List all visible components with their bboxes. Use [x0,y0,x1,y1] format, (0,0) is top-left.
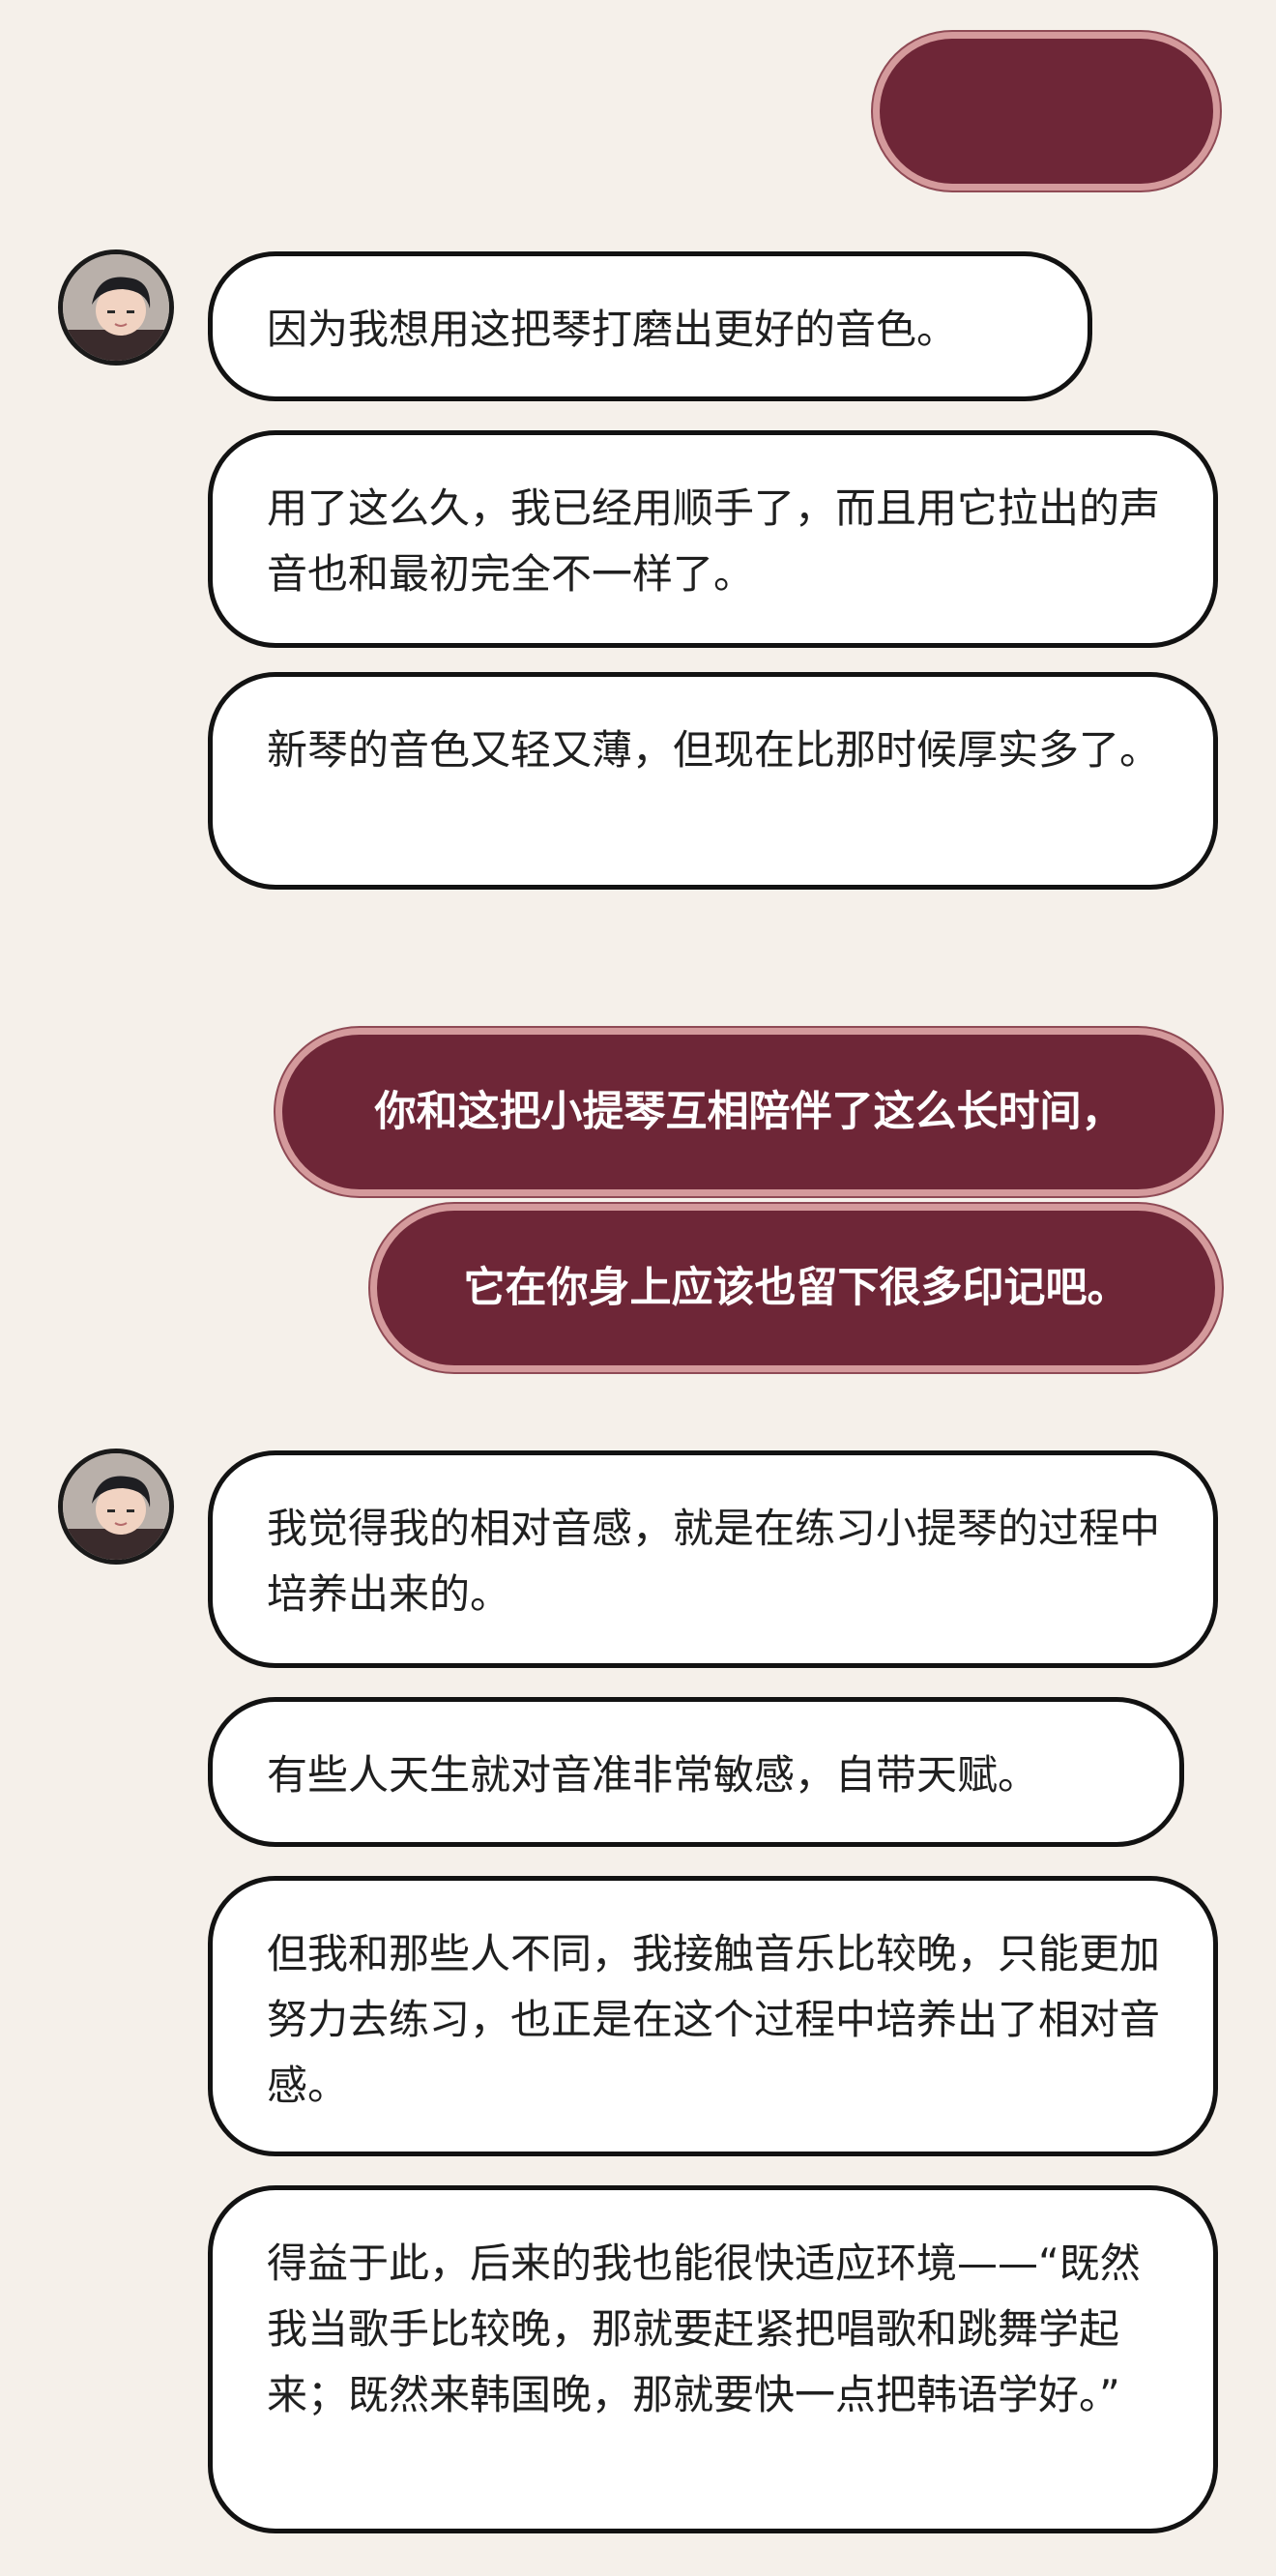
message-bubble-incoming: 但我和那些人不同，我接触音乐比较晚，只能更加努力去练习，也正是在这个过程中培养出… [208,1876,1218,2156]
message-bubble-incoming: 有些人天生就对音准非常敏感，自带天赋。 [208,1697,1184,1847]
message-bubble-outgoing: 你和这把小提琴互相陪伴了这么长时间， [282,1035,1215,1189]
message-bubble-outgoing-top [880,39,1213,184]
message-bubble-outgoing: 它在你身上应该也留下很多印记吧。 [377,1211,1215,1365]
message-text: 但我和那些人不同，我接触音乐比较晚，只能更加努力去练习，也正是在这个过程中培养出… [267,1930,1161,2109]
message-bubble-incoming: 因为我想用这把琴打磨出更好的音色。 [208,251,1092,401]
message-bubble-incoming: 新琴的音色又轻又薄，但现在比那时候厚实多了。 [208,672,1218,890]
message-bubble-incoming: 得益于此，后来的我也能很快适应环境——“既然我当歌手比较晚，那就要赶紧把唱歌和跳… [208,2185,1218,2533]
message-bubble-incoming: 我觉得我的相对音感，就是在练习小提琴的过程中培养出来的。 [208,1450,1218,1668]
chat-thread: 因为我想用这把琴打磨出更好的音色。 用了这么久，我已经用顺手了，而且用它拉出的声… [0,0,1276,2576]
message-text: 我觉得我的相对音感，就是在练习小提琴的过程中培养出来的。 [267,1505,1161,1618]
message-text: 它在你身上应该也留下很多印记吧。 [463,1264,1129,1312]
message-text: 新琴的音色又轻又薄，但现在比那时候厚实多了。 [267,726,1161,774]
message-text: 有些人天生就对音准非常敏感，自带天赋。 [267,1751,1039,1799]
message-text: 因为我想用这把琴打磨出更好的音色。 [267,306,958,353]
message-text: 用了这么久，我已经用顺手了，而且用它拉出的声音也和最初完全不一样了。 [267,484,1161,598]
message-text: 得益于此，后来的我也能很快适应环境——“既然我当歌手比较晚，那就要赶紧把唱歌和跳… [267,2239,1141,2418]
avatar-icon[interactable] [58,1449,174,1565]
avatar-icon[interactable] [58,249,174,366]
message-bubble-incoming: 用了这么久，我已经用顺手了，而且用它拉出的声音也和最初完全不一样了。 [208,430,1218,648]
message-text: 你和这把小提琴互相陪伴了这么长时间， [374,1088,1123,1136]
